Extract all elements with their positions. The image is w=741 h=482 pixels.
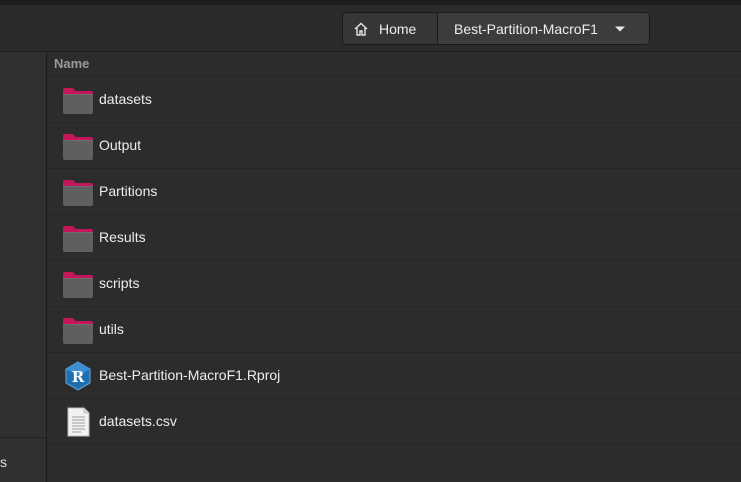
- list-item[interactable]: R Best-Partition-MacroF1.Rproj: [48, 353, 741, 399]
- breadcrumb-home-label: Home: [379, 20, 417, 37]
- list-item[interactable]: Partitions: [48, 169, 741, 215]
- list-item[interactable]: datasets.csv: [48, 399, 741, 445]
- chevron-down-icon[interactable]: [614, 25, 626, 33]
- sidebar-item-other-locations[interactable]: s: [0, 454, 7, 470]
- file-name: utils: [99, 321, 124, 337]
- folder-icon: [62, 130, 94, 162]
- list-item[interactable]: Output: [48, 123, 741, 169]
- header-bar: Home Best-Partition-MacroF1: [0, 5, 741, 52]
- breadcrumb-current-folder[interactable]: Best-Partition-MacroF1: [438, 13, 649, 44]
- home-icon: [353, 21, 369, 37]
- folder-icon: [62, 314, 94, 346]
- file-name: Partitions: [99, 183, 158, 199]
- folder-icon: [62, 84, 94, 116]
- folder-icon: [62, 268, 94, 300]
- sidebar: s: [0, 52, 47, 482]
- list-item[interactable]: scripts: [48, 261, 741, 307]
- column-header-name[interactable]: Name: [54, 56, 89, 71]
- file-name: scripts: [99, 275, 140, 291]
- sidebar-divider: [0, 437, 46, 438]
- file-name: datasets.csv: [99, 413, 177, 429]
- breadcrumb-current-label: Best-Partition-MacroF1: [454, 20, 598, 37]
- list-item[interactable]: Results: [48, 215, 741, 261]
- file-name: Best-Partition-MacroF1.Rproj: [99, 367, 281, 383]
- column-header-row: Name: [48, 52, 741, 77]
- r-project-icon: R: [62, 360, 94, 392]
- folder-icon: [62, 222, 94, 254]
- text-file-icon: [62, 406, 94, 438]
- file-name: Output: [99, 137, 142, 153]
- file-manager-window: Home Best-Partition-MacroF1 s Name datas…: [0, 0, 741, 482]
- file-name: datasets: [99, 91, 152, 107]
- breadcrumb-home[interactable]: Home: [343, 13, 438, 44]
- list-item[interactable]: utils: [48, 307, 741, 353]
- file-list: datasets Output Partitions Results scrip…: [48, 77, 741, 445]
- file-name: Results: [99, 229, 146, 245]
- file-list-view: Name datasets Output Partitions Results …: [48, 52, 741, 482]
- breadcrumb: Home Best-Partition-MacroF1: [342, 12, 650, 45]
- list-item[interactable]: datasets: [48, 77, 741, 123]
- folder-icon: [62, 176, 94, 208]
- svg-text:R: R: [72, 368, 85, 386]
